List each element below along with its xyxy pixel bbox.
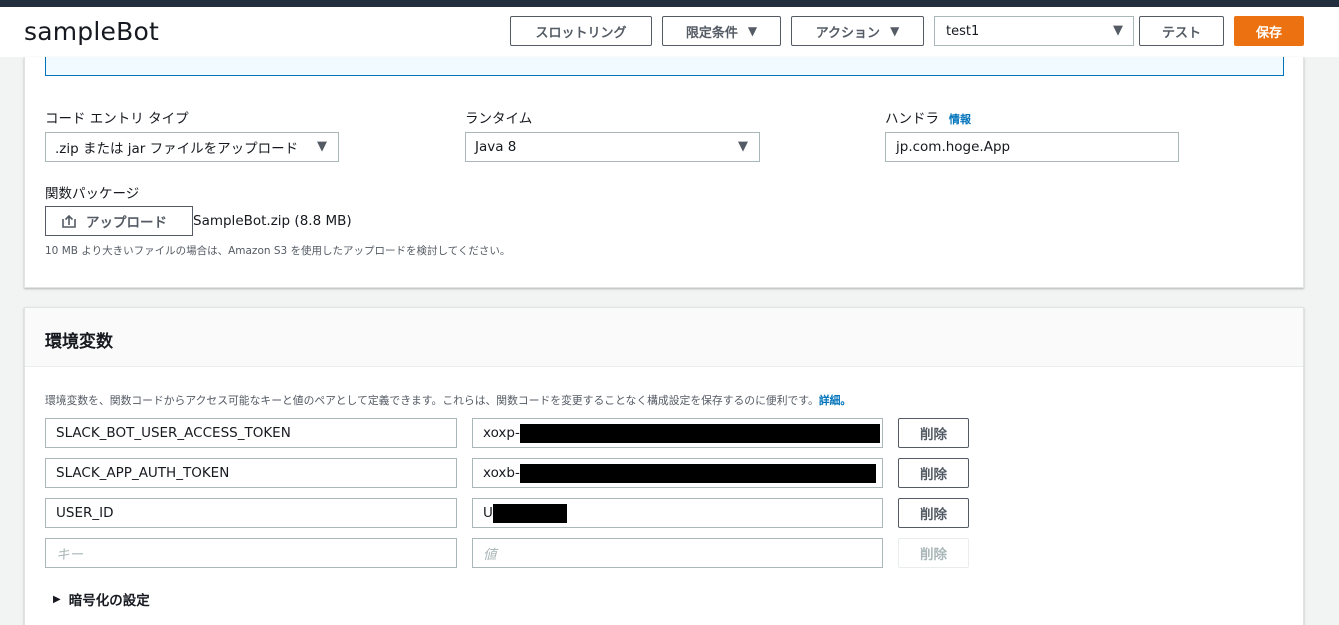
env-key-input[interactable]: SLACK_BOT_USER_ACCESS_TOKEN (45, 418, 457, 448)
throttling-button[interactable]: スロットリング (510, 16, 652, 46)
page-header: sampleBot スロットリング 限定条件 ▼ アクション ▼ test1 ▼… (0, 7, 1339, 57)
save-button[interactable]: 保存 (1234, 16, 1304, 46)
env-value-prefix: xoxb- (483, 465, 520, 481)
env-value-input[interactable]: xoxp- (472, 418, 883, 448)
redacted-block (519, 423, 880, 443)
actions-label: アクション (815, 25, 881, 41)
env-key-value: SLACK_BOT_USER_ACCESS_TOKEN (56, 425, 291, 441)
new-env-value-input[interactable]: 値 (472, 538, 883, 568)
env-key-value: SLACK_APP_AUTH_TOKEN (56, 465, 230, 481)
actions-button[interactable]: アクション ▼ (791, 16, 924, 46)
handler-info-link[interactable]: 情報 (949, 113, 971, 126)
encryption-settings-label: 暗号化の設定 (68, 593, 150, 609)
code-entry-type-select[interactable]: .zip または jar ファイルをアップロード ▼ (45, 132, 339, 162)
save-label: 保存 (1255, 25, 1282, 41)
runtime-label: ランタイム (465, 111, 533, 127)
code-entry-type-label: コード エントリ タイプ (45, 111, 189, 127)
upload-label: アップロード (86, 215, 167, 231)
env-value-input[interactable]: xoxb- (472, 458, 883, 488)
env-key-value: USER_ID (56, 505, 114, 521)
function-title: sampleBot (24, 17, 159, 46)
redacted-block (492, 503, 567, 523)
caret-right-icon: ▶ (53, 593, 61, 605)
handler-label-row: ハンドラ 情報 (885, 107, 971, 127)
redacted-block (519, 463, 876, 483)
qualifiers-button[interactable]: 限定条件 ▼ (662, 16, 781, 46)
throttling-label: スロットリング (535, 25, 627, 41)
environment-variables-panel: 環境変数 環境変数を、関数コードからアクセス可能なキーと値のペアとして定義できま… (24, 307, 1304, 625)
caret-down-icon: ▼ (1113, 23, 1123, 38)
upload-size-hint: 10 MB より大きいファイルの場合は、Amazon S3 を使用したアップロー… (45, 245, 511, 257)
delete-env-button[interactable]: 削除 (898, 498, 969, 528)
env-vars-description: 環境変数を、関数コードからアクセス可能なキーと値のペアとして定義できます。これら… (45, 392, 851, 408)
caret-down-icon: ▼ (317, 139, 327, 154)
env-key-input[interactable]: USER_ID (45, 498, 457, 528)
top-nav-strip (0, 0, 1339, 7)
delete-label: 削除 (920, 427, 947, 443)
learn-more-link[interactable]: 詳細。 (819, 394, 851, 407)
delete-label: 削除 (920, 547, 947, 563)
env-vars-title: 環境変数 (45, 332, 113, 352)
qualifiers-label: 限定条件 (685, 25, 738, 41)
test-event-value: test1 (946, 23, 980, 39)
caret-down-icon: ▼ (890, 24, 900, 38)
new-env-key-input[interactable]: キー (45, 538, 457, 568)
upload-button[interactable]: アップロード (45, 206, 193, 236)
runtime-value: Java 8 (475, 139, 517, 155)
upload-icon (62, 214, 76, 228)
caret-down-icon: ▼ (738, 139, 748, 154)
handler-label: ハンドラ (885, 111, 939, 127)
delete-label: 削除 (920, 467, 947, 483)
test-event-select[interactable]: test1 ▼ (934, 16, 1134, 46)
delete-env-button[interactable]: 削除 (898, 458, 969, 488)
caret-down-icon: ▼ (747, 24, 758, 38)
function-package-label: 関数パッケージ (45, 186, 140, 202)
env-vars-description-text: 環境変数を、関数コードからアクセス可能なキーと値のペアとして定義できます。これら… (45, 394, 819, 407)
uploaded-file-name: SampleBot.zip (8.8 MB) (193, 213, 352, 229)
env-value-input[interactable]: U (472, 498, 883, 528)
key-placeholder: キー (56, 547, 83, 563)
encryption-settings-toggle[interactable]: ▶ 暗号化の設定 (53, 589, 150, 609)
env-value-prefix: xoxp- (483, 425, 520, 441)
runtime-select[interactable]: Java 8 ▼ (465, 132, 760, 162)
function-code-panel: コード エントリ タイプ .zip または jar ファイルをアップロード ▼ … (24, 57, 1304, 288)
env-value-prefix: U (483, 505, 493, 521)
info-alert (45, 57, 1284, 76)
env-key-input[interactable]: SLACK_APP_AUTH_TOKEN (45, 458, 457, 488)
value-placeholder: 値 (483, 547, 497, 563)
panel-header: 環境変数 (25, 308, 1303, 367)
handler-value: jp.com.hoge.App (896, 139, 1011, 155)
test-button[interactable]: テスト (1139, 16, 1224, 46)
delete-label: 削除 (920, 507, 947, 523)
handler-input[interactable]: jp.com.hoge.App (885, 132, 1179, 162)
delete-env-button-disabled: 削除 (898, 538, 969, 568)
delete-env-button[interactable]: 削除 (898, 418, 969, 448)
test-label: テスト (1161, 25, 1201, 41)
code-entry-type-value: .zip または jar ファイルをアップロード (55, 141, 299, 157)
